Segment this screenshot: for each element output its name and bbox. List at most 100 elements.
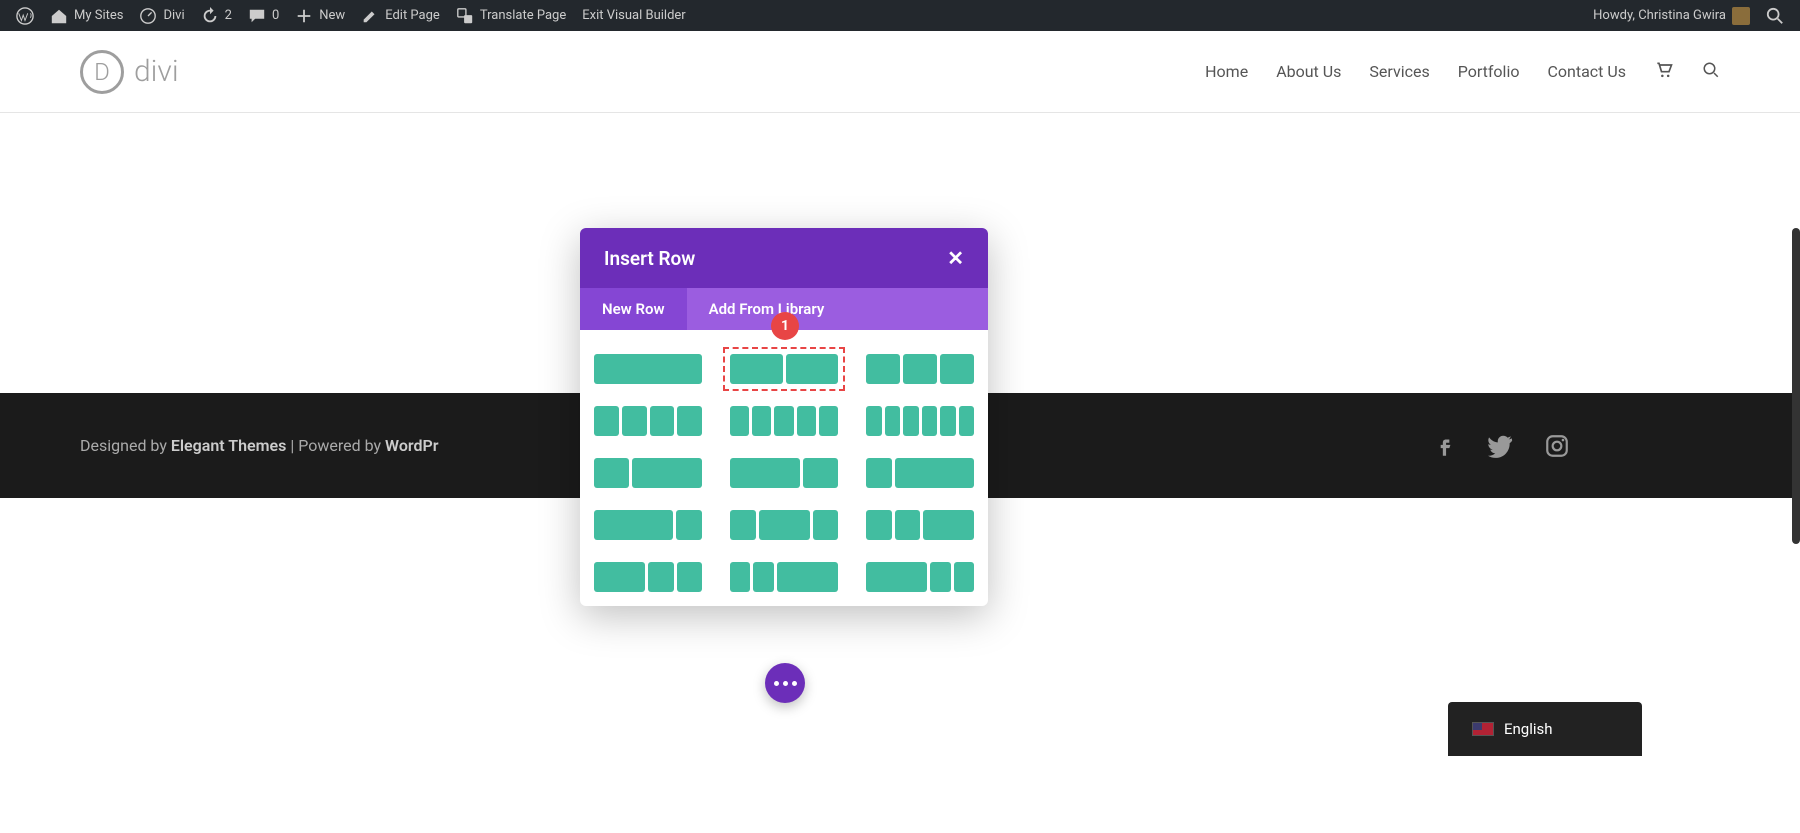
- layout-column: [676, 510, 702, 540]
- layout-column: [594, 562, 645, 592]
- column-layout-option[interactable]: [730, 562, 838, 592]
- us-flag-icon: [1472, 722, 1494, 736]
- nav-contact[interactable]: Contact Us: [1547, 62, 1626, 81]
- layout-column: [922, 406, 938, 436]
- exit-builder-link[interactable]: Exit Visual Builder: [574, 0, 693, 31]
- layout-column: [648, 562, 674, 592]
- layout-column: [777, 562, 838, 592]
- layout-column: [940, 406, 956, 436]
- column-layout-option[interactable]: [594, 562, 702, 592]
- search-icon: [1766, 7, 1784, 25]
- dot-icon: [792, 681, 797, 686]
- pencil-icon: [361, 7, 379, 25]
- facebook-icon[interactable]: [1432, 433, 1458, 459]
- column-layout-option[interactable]: [730, 458, 838, 488]
- language-selector[interactable]: English: [1448, 702, 1642, 756]
- column-layout-option[interactable]: [594, 510, 702, 540]
- logo-badge: D: [80, 50, 124, 94]
- layout-column: [803, 458, 838, 488]
- modal-scrollbar[interactable]: [1792, 228, 1800, 544]
- user-greeting[interactable]: Howdy, Christina Gwira: [1585, 0, 1758, 31]
- nav-about[interactable]: About Us: [1276, 62, 1341, 81]
- main-nav: Home About Us Services Portfolio Contact…: [1205, 60, 1720, 84]
- modal-header: Insert Row ✕: [580, 228, 988, 288]
- builder-options-button[interactable]: [765, 663, 805, 703]
- column-layout-option[interactable]: [594, 354, 702, 384]
- wp-logo[interactable]: [8, 0, 42, 31]
- column-layout-option[interactable]: [730, 354, 838, 384]
- layout-column: [594, 354, 702, 384]
- updates-link[interactable]: 2: [193, 0, 240, 31]
- layout-column: [594, 458, 629, 488]
- layout-column: [730, 354, 783, 384]
- column-layout-option[interactable]: [866, 510, 974, 540]
- twitter-icon[interactable]: [1488, 433, 1514, 459]
- translate-icon: [456, 7, 474, 25]
- cart-link[interactable]: [1654, 60, 1674, 84]
- layout-column: [753, 562, 773, 592]
- avatar: [1732, 7, 1750, 25]
- layout-column: [759, 510, 810, 540]
- comment-icon: [248, 7, 266, 25]
- update-icon: [201, 7, 219, 25]
- instagram-icon[interactable]: [1544, 433, 1570, 459]
- column-layout-option[interactable]: [594, 458, 702, 488]
- layout-column: [930, 562, 950, 592]
- tab-new-row[interactable]: New Row: [580, 288, 687, 330]
- layout-column: [903, 406, 919, 436]
- tab-add-from-library[interactable]: Add From Library: [687, 288, 988, 330]
- annotation-badge-1: 1: [771, 312, 799, 340]
- column-layout-option[interactable]: [866, 562, 974, 592]
- layout-column: [866, 458, 892, 488]
- site-link[interactable]: Divi: [131, 0, 192, 31]
- layout-column: [866, 354, 900, 384]
- layout-column: [730, 406, 749, 436]
- insert-row-modal: Insert Row ✕ New Row Add From Library: [580, 228, 988, 606]
- layout-column: [730, 562, 750, 592]
- modal-title: Insert Row: [604, 247, 695, 270]
- edit-page-link[interactable]: Edit Page: [353, 0, 448, 31]
- plus-icon: [295, 7, 313, 25]
- layout-column: [959, 406, 975, 436]
- column-layout-option[interactable]: [730, 406, 838, 436]
- close-icon[interactable]: ✕: [947, 246, 964, 270]
- wp-admin-bar: My Sites Divi 2 0 New Edit Page Translat…: [0, 0, 1800, 31]
- column-layout-grid: [594, 354, 974, 592]
- layout-column: [752, 406, 771, 436]
- footer-themes-link[interactable]: Elegant Themes: [171, 436, 287, 455]
- layout-column: [866, 406, 882, 436]
- footer-credit: Designed by Elegant Themes | Powered by …: [80, 436, 439, 455]
- dot-icon: [783, 681, 788, 686]
- column-layout-option[interactable]: [594, 406, 702, 436]
- new-link[interactable]: New: [287, 0, 353, 31]
- nav-home[interactable]: Home: [1205, 62, 1248, 81]
- footer-social: [1432, 433, 1720, 459]
- dashboard-icon: [139, 7, 157, 25]
- admin-search[interactable]: [1758, 0, 1792, 31]
- column-layout-option[interactable]: [866, 354, 974, 384]
- search-icon: [1702, 61, 1720, 79]
- layout-column: [797, 406, 816, 436]
- my-sites-link[interactable]: My Sites: [42, 0, 131, 31]
- translate-page-link[interactable]: Translate Page: [448, 0, 574, 31]
- nav-services[interactable]: Services: [1369, 62, 1429, 81]
- layout-column: [866, 562, 927, 592]
- nav-portfolio[interactable]: Portfolio: [1458, 62, 1520, 81]
- cart-icon: [1654, 60, 1674, 80]
- footer-wp-link[interactable]: WordPr: [385, 436, 439, 455]
- comments-link[interactable]: 0: [240, 0, 287, 31]
- layout-column: [594, 510, 673, 540]
- layout-column: [895, 510, 921, 540]
- layout-column: [677, 406, 702, 436]
- layout-column: [677, 562, 703, 592]
- column-layout-option[interactable]: [866, 406, 974, 436]
- layout-column: [895, 458, 974, 488]
- layout-column: [866, 510, 892, 540]
- nav-search[interactable]: [1702, 61, 1720, 83]
- column-layout-option[interactable]: [730, 510, 838, 540]
- column-layout-option[interactable]: [866, 458, 974, 488]
- layout-column: [903, 354, 937, 384]
- home-icon: [50, 7, 68, 25]
- site-logo[interactable]: D divi: [80, 50, 1205, 94]
- layout-column: [819, 406, 838, 436]
